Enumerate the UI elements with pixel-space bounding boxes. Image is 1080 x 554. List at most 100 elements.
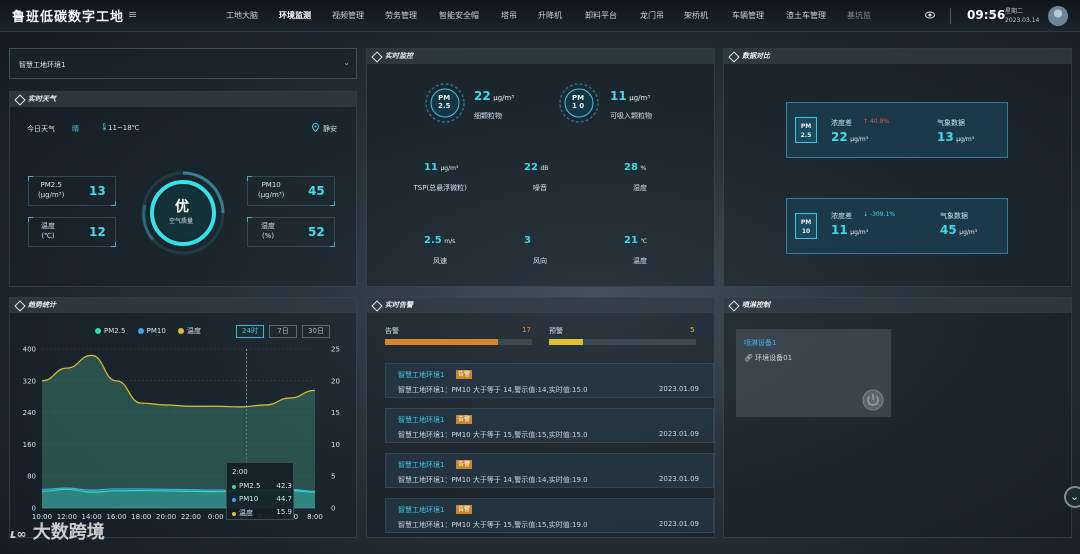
y-tick-left: 400 [23, 346, 36, 354]
badge-bottom: 2.5 [800, 132, 812, 139]
x-tick: 20:00 [156, 513, 176, 521]
stat-value: 12 [89, 225, 106, 239]
panel-title: 喷淋控制 [724, 298, 1071, 313]
trend-chart: 080160240320400051015202510:00 12:00 14:00… [23, 346, 340, 522]
warn-bar [549, 339, 696, 345]
weather-stat-temp: 温度 (℃) 12 [28, 217, 116, 247]
range-30d-button[interactable]: 30日 [302, 325, 330, 338]
spray-device-card[interactable]: 喷淋设备1 🔗︎ 环境设备01 [736, 329, 891, 417]
y-tick-left: 0 [32, 505, 36, 513]
pm10-unit: μg/m³ [629, 94, 651, 102]
nav-item[interactable]: 升降机 [538, 10, 585, 21]
nav-item[interactable]: 渣土车管理 [786, 10, 847, 21]
monitor-metric-label: 风向 [533, 257, 547, 265]
alert-tag: 告警 [456, 460, 473, 469]
y-tick-right: 10 [331, 441, 340, 449]
range-24h-button[interactable]: 24时 [236, 325, 264, 338]
range-7d-button[interactable]: 7日 [269, 325, 297, 338]
warn-label: 预警 [549, 327, 563, 335]
menu-icon[interactable]: ≡ [128, 8, 137, 21]
alert-date: 2023.01.09 [658, 475, 699, 483]
eye-icon[interactable] [925, 10, 935, 20]
aqi-label: 空气质量 [169, 218, 194, 225]
badge-bottom: 2.5 [438, 102, 451, 110]
change-down: ↓ -309.1% [863, 211, 895, 218]
alert-source: 智慧工地环境1 [398, 506, 445, 514]
nav-item[interactable]: 架桥机 [684, 10, 732, 21]
alert-source: 智慧工地环境1 [398, 461, 445, 469]
nav-item[interactable]: 智能安全帽 [439, 10, 501, 21]
badge-top: PM [438, 94, 451, 102]
stat-unit: (%) [261, 232, 275, 240]
chevron-down-icon: ⌄ [343, 58, 350, 67]
nav-item[interactable]: 基坑监 [847, 10, 883, 21]
weekday: 星期二 [1005, 8, 1024, 15]
monitor-metric-label: 温度 [633, 257, 647, 265]
weather-stat-humidity: 湿度 (%) 52 [247, 217, 335, 247]
badge-top: PM [800, 219, 812, 226]
link-icon: 🔗︎ [744, 354, 753, 362]
today-weather-label: 今日天气 [27, 125, 55, 133]
date: 2023.03.14 [1005, 17, 1040, 24]
alert-item[interactable]: 智慧工地环境1 告警 智慧工地环境1：PM10 大于等于 15,警示值:15,实… [385, 498, 714, 533]
alert-detail: 智慧工地环境1：PM10 大于等于 14,警示值:14,实时值:19.0 [398, 476, 588, 484]
badge-bottom: 10 [801, 228, 811, 235]
site-select[interactable]: 智慧工地环境1 ⌄ [9, 48, 357, 79]
pm10-badge-icon: PM 10 [795, 213, 817, 239]
change-up: ↑ 40.9% [863, 118, 889, 125]
monitor-metric-label: 风速 [433, 257, 447, 265]
pm10-reading: 11 μg/m³ [610, 89, 650, 103]
change-value: 40.9% [869, 118, 889, 125]
legend-item[interactable]: PM2.5 [95, 327, 125, 335]
y-tick-right: 20 [331, 377, 340, 385]
nav-item[interactable]: 龙门吊 [640, 10, 684, 21]
legend-item[interactable]: PM10 [137, 327, 166, 335]
alert-date: 2023.01.09 [658, 430, 699, 438]
alert-tag: 告警 [456, 370, 473, 379]
nav-item[interactable]: 工地大脑 [226, 10, 279, 21]
floating-action-button[interactable]: ⌄ [1064, 486, 1080, 508]
card-unit: μg/m³ [850, 136, 869, 143]
monitor-metric-value: 11 μg/m³ [424, 162, 459, 173]
watermark: ʟ∞ 大数跨境 [10, 522, 105, 543]
diff-label: 浓度差 [831, 119, 852, 127]
tooltip-row: PM10 44.7 [232, 495, 292, 503]
pm10-label: 可吸入颗粒物 [610, 112, 652, 120]
stat-value: 45 [308, 184, 325, 198]
stat-label: 湿度 [261, 222, 275, 230]
y-tick-right: 15 [331, 409, 340, 417]
stat-value: 13 [89, 184, 106, 198]
panel-title: 实时天气 [10, 92, 356, 107]
x-tick: 22:00 [181, 513, 201, 521]
nav-item-active[interactable]: 环境监测 [279, 10, 332, 21]
alert-tag: 告警 [456, 505, 473, 514]
panel-title: 实时监控 [367, 49, 714, 64]
weather-condition: 晴 [72, 125, 79, 133]
power-button-icon[interactable] [862, 389, 884, 411]
watermark-logo-icon: ʟ∞ [10, 527, 27, 541]
alert-item[interactable]: 智慧工地环境1 告警 智慧工地环境1：PM10 大于等于 14,警示值:14,实… [385, 453, 714, 488]
alert-item[interactable]: 智慧工地环境1 告警 智慧工地环境1：PM10 大于等于 15,警示值:15,实… [385, 408, 714, 443]
nav-item[interactable]: 车辆管理 [732, 10, 786, 21]
clock: 09:56 [967, 8, 1006, 22]
tooltip-time: 2:00 [232, 468, 248, 476]
avatar[interactable] [1048, 6, 1068, 26]
alert-item[interactable]: 智慧工地环境1 告警 智慧工地环境1：PM10 大于等于 14,警示值:14,实… [385, 363, 714, 398]
alert-date: 2023.01.09 [658, 385, 699, 393]
nav-item[interactable]: 塔吊 [501, 10, 538, 21]
y-tick-left: 240 [23, 409, 36, 417]
x-tick: 0:00 [208, 513, 224, 521]
badge-bottom: 1 0 [572, 102, 585, 110]
nav-item[interactable]: 劳务管理 [385, 10, 439, 21]
nav-item[interactable]: 视频管理 [332, 10, 385, 21]
alert-date: 2023.01.09 [658, 520, 699, 528]
tooltip-row: 温度 15.9 [232, 508, 292, 518]
monitor-metric-label: 湿度 [633, 184, 647, 192]
monitor-metric-value: 2.5 m/s [424, 235, 456, 246]
nav-item[interactable]: 卸料平台 [585, 10, 640, 21]
card-value: 22 [831, 130, 848, 144]
badge-top: PM [572, 94, 585, 102]
ref-label: 气象数据 [940, 212, 968, 220]
legend-item[interactable]: 温度 [178, 327, 201, 335]
ref-value: 45 [940, 223, 957, 237]
